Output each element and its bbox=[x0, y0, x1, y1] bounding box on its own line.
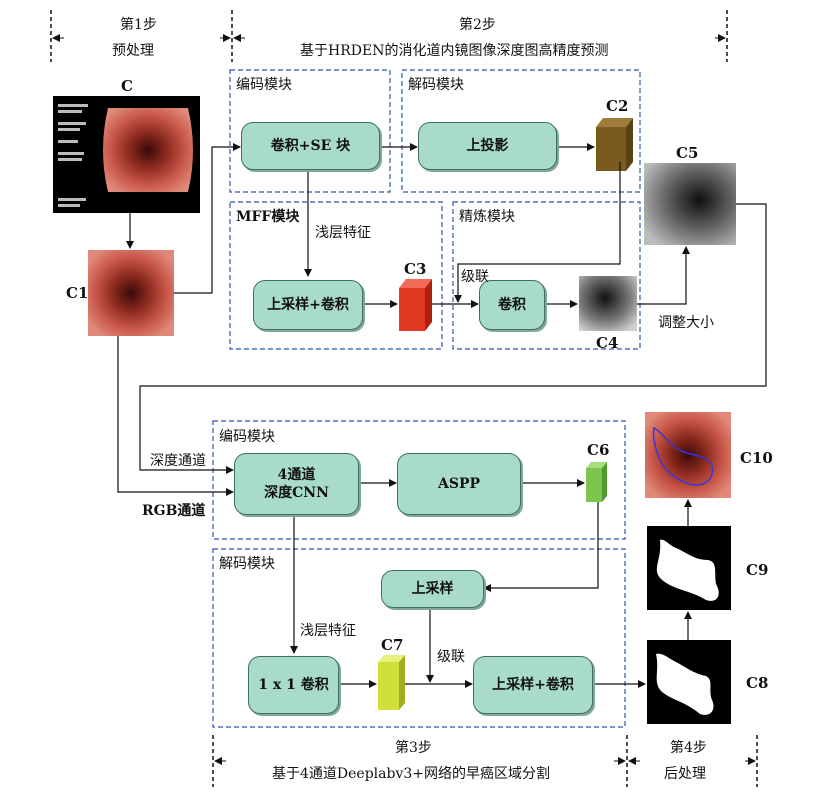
decoder-top-title: 解码模块 bbox=[408, 77, 464, 93]
pipeline-diagram bbox=[50, 10, 767, 787]
image-c-text-7 bbox=[58, 158, 82, 161]
rgb-channel-label: RGB通道 bbox=[142, 503, 206, 519]
step2-subtitle: 基于HRDEN的消化道内镜图像深度图高精度预测 bbox=[300, 43, 609, 59]
cube-c3 bbox=[399, 279, 432, 331]
label-c10: C10 bbox=[740, 449, 773, 467]
upsample-conv-bottom-block: 上采样+卷积 bbox=[473, 656, 593, 714]
step1-subtitle: 预处理 bbox=[112, 43, 154, 59]
cnn-4channel-block: 4通道 深度CNN bbox=[234, 453, 359, 515]
cnn-4channel-line2: 深度CNN bbox=[264, 485, 329, 501]
image-c-text-1 bbox=[58, 104, 88, 107]
label-c1: C1 bbox=[66, 284, 89, 302]
cube-c7 bbox=[378, 655, 405, 710]
label-c9: C9 bbox=[746, 561, 769, 579]
label-c7: C7 bbox=[381, 636, 404, 654]
shallow-features-top-label: 浅层特征 bbox=[315, 225, 371, 241]
upsample-conv-top-block: 上采样+卷积 bbox=[253, 280, 363, 330]
label-c2: C2 bbox=[606, 97, 629, 115]
step3-title: 第3步 bbox=[395, 740, 432, 756]
image-c-text-6 bbox=[58, 152, 84, 155]
conv1x1-block: 1 x 1 卷积 bbox=[248, 656, 339, 714]
label-c5: C5 bbox=[676, 144, 699, 162]
step4-title: 第4步 bbox=[670, 740, 707, 756]
resize-label: 调整大小 bbox=[658, 315, 714, 331]
mff-title: MFF模块 bbox=[236, 209, 300, 225]
image-c-text-9 bbox=[58, 204, 80, 207]
image-c-endoscopy bbox=[103, 108, 193, 192]
image-c1 bbox=[88, 250, 174, 336]
cube-c2 bbox=[596, 118, 633, 171]
depth-channel-label: 深度通道 bbox=[150, 453, 206, 469]
step2-title: 第2步 bbox=[459, 17, 496, 33]
step1-title: 第1步 bbox=[120, 17, 157, 33]
concat-bottom-label: 级联 bbox=[437, 649, 465, 665]
image-c4 bbox=[579, 276, 637, 331]
aspp-block: ASPP bbox=[397, 453, 521, 515]
arrow-c4-resize-c5 bbox=[637, 246, 690, 305]
label-c4: C4 bbox=[596, 334, 619, 352]
label-c3: C3 bbox=[404, 260, 427, 278]
image-c-text-4 bbox=[58, 128, 80, 131]
step4-subtitle: 后处理 bbox=[664, 766, 706, 782]
shallow-features-bottom-label: 浅层特征 bbox=[300, 623, 356, 639]
label-c8: C8 bbox=[746, 674, 769, 692]
label-c: C bbox=[121, 77, 133, 95]
cnn-4channel-line1: 4通道 bbox=[277, 467, 316, 483]
conv-se-block: 卷积+SE 块 bbox=[241, 122, 380, 170]
image-c-text-2 bbox=[58, 110, 82, 113]
refine-title: 精炼模块 bbox=[459, 209, 515, 225]
image-c-text-5 bbox=[58, 140, 78, 143]
label-c6: C6 bbox=[587, 441, 610, 459]
upproj-block: 上投影 bbox=[418, 122, 557, 170]
encoder-top-title: 编码模块 bbox=[236, 77, 292, 93]
decoder-bottom-title: 解码模块 bbox=[219, 556, 275, 572]
concat-top-label: 级联 bbox=[461, 269, 489, 285]
image-c-text-8 bbox=[58, 198, 86, 201]
cube-c6 bbox=[586, 462, 607, 502]
conv-block: 卷积 bbox=[479, 280, 545, 330]
image-c5 bbox=[644, 163, 736, 245]
upsample-block: 上采样 bbox=[381, 570, 484, 608]
encoder-bottom-title: 编码模块 bbox=[219, 429, 275, 445]
step3-subtitle: 基于4通道Deeplabv3+网络的早癌区域分割 bbox=[272, 766, 550, 782]
image-c-text-3 bbox=[58, 122, 86, 125]
